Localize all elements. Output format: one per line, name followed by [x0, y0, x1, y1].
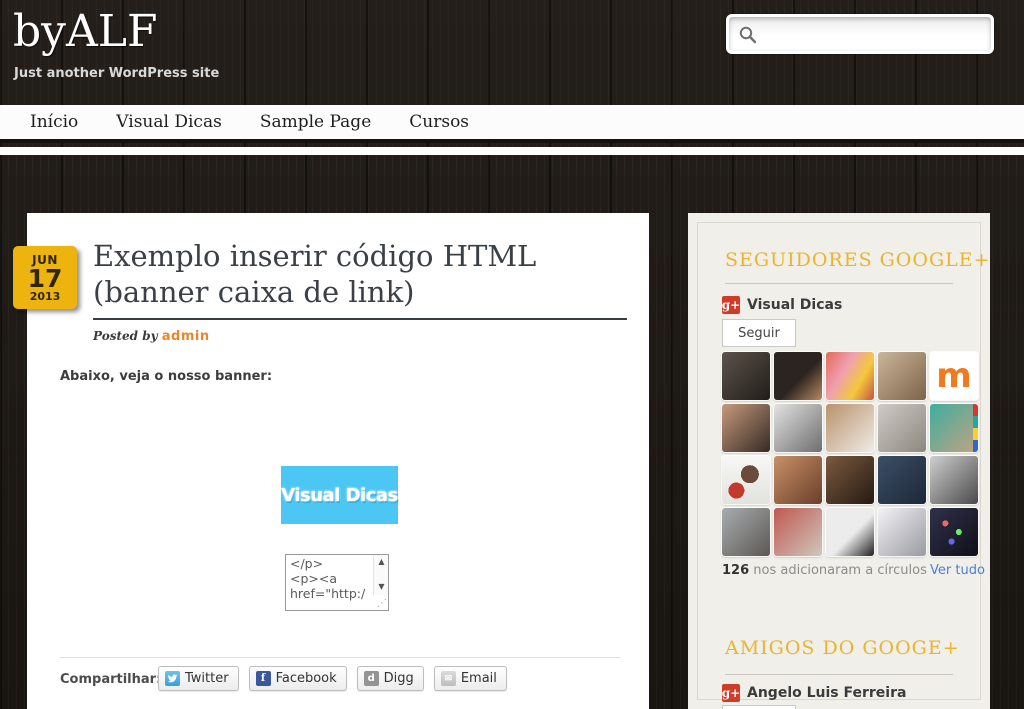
share-facebook-button[interactable]: f Facebook — [248, 666, 347, 691]
title-underline — [93, 318, 627, 320]
author-link[interactable]: admin — [162, 329, 210, 344]
follower-avatar-12[interactable] — [774, 456, 822, 504]
follower-avatar-2[interactable] — [774, 352, 822, 400]
follower-avatar-5[interactable]: m — [930, 352, 978, 400]
share-label: Compartilhar: — [60, 672, 162, 687]
follow-button[interactable]: Seguir — [722, 319, 796, 347]
follower-avatar-3[interactable] — [826, 352, 874, 400]
follow-button[interactable]: Seguir — [722, 705, 796, 709]
code-textarea[interactable]: </p> <p><a href="http:/ ▲ ▼ ⋰ — [285, 554, 389, 611]
email-icon: ✉ — [440, 671, 456, 686]
post-date-year: 2013 — [29, 290, 61, 303]
scroll-down-icon[interactable]: ▼ — [374, 580, 389, 593]
follower-avatar-19[interactable] — [878, 508, 926, 556]
site-logo[interactable]: byALF — [13, 6, 158, 58]
post-date-day: 17 — [27, 264, 63, 293]
post-card: JUN 17 2013 Exemplo inserir código HTML … — [13, 213, 649, 709]
follower-avatar-17[interactable] — [774, 508, 822, 556]
followers-avatar-grid: m — [722, 352, 978, 556]
share-buttons-row: Twitter f Facebook d Digg ✉ Email — [158, 666, 507, 691]
post-title-line2: (banner caixa de link) — [93, 275, 415, 309]
widget-divider — [725, 674, 953, 675]
google-plus-icon: g+ — [721, 684, 741, 702]
textarea-scrollbar[interactable]: ▲ ▼ — [373, 555, 388, 595]
search-box[interactable] — [726, 14, 994, 54]
code-content: </p> <p><a href="http:/ — [290, 556, 371, 610]
follower-avatar-18[interactable] — [826, 508, 874, 556]
follower-avatar-13[interactable] — [826, 456, 874, 504]
nav-item-visual-dicas[interactable]: Visual Dicas — [116, 112, 222, 132]
scroll-up-icon[interactable]: ▲ — [374, 555, 389, 568]
facebook-icon: f — [255, 671, 271, 686]
follower-avatar-7[interactable] — [774, 404, 822, 452]
follower-avatar-16[interactable] — [722, 508, 770, 556]
nav-item-inicio[interactable]: Início — [30, 112, 78, 132]
followers-account-row[interactable]: g+ Visual Dicas — [722, 296, 842, 314]
follower-avatar-14[interactable] — [878, 456, 926, 504]
followers-count-text: nos adicionaram a círculos — [749, 563, 927, 578]
followers-account-name: Visual Dicas — [747, 297, 843, 313]
followers-widget-title: SEGUIDORES GOOGLE+ — [725, 249, 991, 271]
share-email-button[interactable]: ✉ Email — [433, 666, 507, 691]
posted-by-label: Posted by — [93, 329, 162, 343]
share-button-label: Email — [460, 671, 497, 686]
share-twitter-button[interactable]: Twitter — [158, 666, 239, 691]
post-title-line1: Exemplo inserir código HTML — [93, 239, 537, 273]
friends-account-name: Angelo Luis Ferreira — [747, 685, 907, 701]
followers-count-number: 126 — [722, 563, 750, 578]
post-title[interactable]: Exemplo inserir código HTML (banner caix… — [93, 238, 638, 310]
widget-divider — [725, 283, 953, 284]
follower-avatar-20[interactable] — [930, 508, 978, 556]
visual-dicas-banner[interactable]: Visual Dicas — [281, 466, 398, 524]
follower-avatar-8[interactable] — [826, 404, 874, 452]
follower-avatar-9[interactable] — [878, 404, 926, 452]
follower-avatar-1[interactable] — [722, 352, 770, 400]
posted-by: Posted by admin — [93, 329, 210, 344]
google-plus-icon: g+ — [721, 296, 741, 314]
share-divider — [60, 657, 620, 658]
friends-widget-title: AMIGOS DO GOOGE+ — [725, 637, 960, 659]
search-input[interactable] — [761, 17, 986, 51]
resize-grip-icon[interactable]: ⋰ — [376, 598, 388, 610]
friends-account-row[interactable]: g+ Angelo Luis Ferreira — [722, 684, 906, 702]
follower-avatar-15[interactable] — [930, 456, 978, 504]
post-date-badge: JUN 17 2013 — [13, 246, 77, 309]
post-body-text: Abaixo, veja o nosso banner: — [60, 369, 273, 384]
code-line: </p> — [290, 556, 324, 571]
follower-avatar-10[interactable] — [930, 404, 978, 452]
share-digg-button[interactable]: d Digg — [356, 666, 424, 691]
follower-avatar-4[interactable] — [878, 352, 926, 400]
twitter-icon — [165, 671, 180, 686]
see-all-link[interactable]: Ver tudo — [930, 563, 985, 578]
digg-icon: d — [363, 671, 379, 686]
sidebar: SEGUIDORES GOOGLE+ g+ Visual Dicas Segui… — [688, 213, 990, 709]
follower-avatar-11[interactable] — [722, 456, 770, 504]
code-line: <p><a — [290, 571, 338, 586]
share-button-label: Facebook — [275, 671, 337, 686]
code-line: href="http:/ — [290, 586, 366, 601]
header-divider — [0, 147, 1024, 155]
search-icon — [739, 26, 757, 44]
followers-count: 126 nos adicionaram a círculos — [722, 563, 927, 578]
share-button-label: Digg — [383, 671, 414, 686]
nav-item-sample-page[interactable]: Sample Page — [260, 112, 371, 132]
nav-item-cursos[interactable]: Cursos — [409, 112, 469, 132]
share-button-label: Twitter — [185, 671, 229, 686]
follower-avatar-6[interactable] — [722, 404, 770, 452]
main-nav: Início Visual Dicas Sample Page Cursos — [0, 105, 1024, 143]
site-tagline: Just another WordPress site — [14, 66, 220, 81]
